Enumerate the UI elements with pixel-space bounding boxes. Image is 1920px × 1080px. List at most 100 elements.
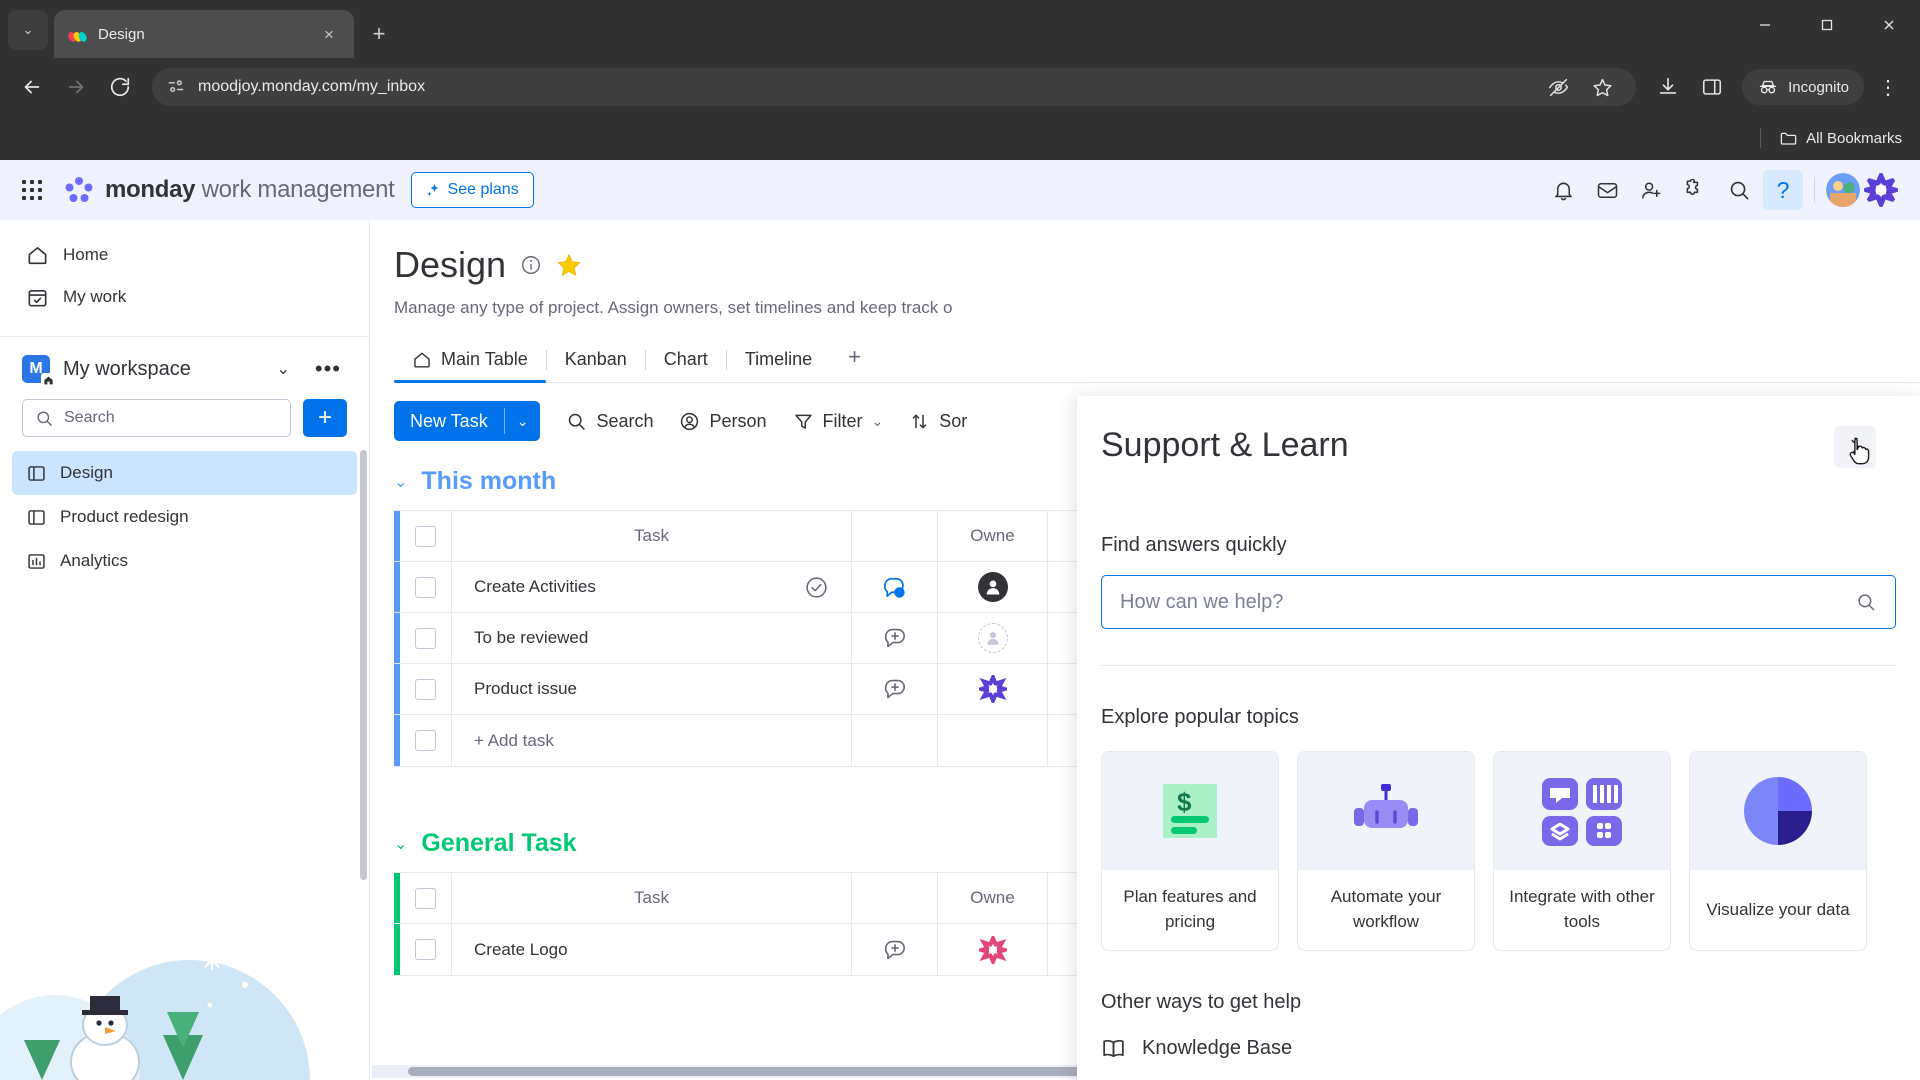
close-icon[interactable]: × [318, 23, 340, 45]
invite-icon[interactable] [1631, 170, 1671, 210]
owner-cell[interactable] [938, 924, 1048, 975]
sidebar-item-my-work[interactable]: My work [12, 276, 357, 318]
help-search-input[interactable] [1120, 590, 1843, 614]
workspace-selector[interactable]: M My workspace ⌄ ••• [0, 345, 369, 391]
profile-avatar[interactable] [1864, 173, 1898, 207]
chat-cell[interactable] [852, 613, 938, 663]
row-checkbox-cell[interactable] [400, 562, 452, 612]
chat-cell[interactable]: 1 [852, 562, 938, 612]
close-window-button[interactable] [1858, 0, 1920, 50]
table-row[interactable]: To be reviewed [394, 613, 1163, 664]
checkbox[interactable] [415, 627, 436, 649]
sidebar-item-design[interactable]: Design [12, 451, 357, 495]
row-checkbox-cell[interactable] [400, 613, 452, 663]
sidebar-item-home[interactable]: Home [12, 234, 357, 276]
tab-main-table[interactable]: Main Table [394, 349, 546, 383]
checkbox[interactable] [415, 525, 436, 547]
task-cell[interactable]: Create Activities [452, 562, 852, 612]
minimize-button[interactable] [1734, 0, 1796, 50]
tab-chart[interactable]: Chart [646, 349, 726, 382]
sidebar-scrollbar[interactable] [360, 450, 367, 880]
chevron-down-icon[interactable]: ⌄ [505, 413, 541, 430]
info-icon[interactable] [520, 254, 542, 276]
table-row[interactable]: Product issue [394, 664, 1163, 715]
topic-card-automation[interactable]: Automate your workflow [1297, 751, 1475, 951]
close-panel-button[interactable] [1834, 426, 1876, 468]
row-checkbox-cell[interactable] [400, 664, 452, 714]
workspace-menu-icon[interactable]: ••• [309, 356, 347, 382]
download-icon[interactable] [1648, 67, 1688, 107]
inbox-icon[interactable] [1587, 170, 1627, 210]
monday-logo[interactable]: monday work management [64, 175, 395, 205]
topic-card-pricing[interactable]: $ Plan features and pricing [1101, 751, 1279, 951]
address-bar[interactable]: moodjoy.monday.com/my_inbox [152, 67, 1637, 107]
topic-card-integrations[interactable]: Integrate with other tools [1493, 751, 1671, 951]
scrollbar-thumb[interactable] [408, 1067, 1148, 1076]
sidebar-item-analytics[interactable]: Analytics [12, 539, 357, 583]
chevron-down-icon[interactable]: ⌄ [394, 472, 407, 492]
bell-icon[interactable] [1543, 170, 1583, 210]
check-circle-icon[interactable] [804, 575, 829, 600]
search-icon[interactable] [1719, 170, 1759, 210]
select-all-cell[interactable] [400, 873, 452, 923]
row-checkbox-cell[interactable] [400, 924, 452, 975]
table-row[interactable]: Create Logo [394, 924, 1163, 975]
tab-kanban[interactable]: Kanban [547, 349, 645, 382]
toolbar-search-button[interactable]: Search [566, 411, 653, 432]
incognito-indicator[interactable]: Incognito [1742, 69, 1864, 105]
forward-button[interactable] [56, 67, 96, 107]
search-input[interactable]: Search [22, 399, 291, 437]
checkbox[interactable] [415, 939, 436, 960]
new-task-button[interactable]: New Task ⌄ [394, 401, 541, 441]
star-icon[interactable] [1582, 67, 1622, 107]
back-button[interactable] [12, 67, 52, 107]
checkbox[interactable] [415, 576, 436, 598]
task-cell[interactable]: Product issue [452, 664, 852, 714]
row-checkbox-cell[interactable] [400, 715, 452, 766]
checkbox[interactable] [415, 678, 436, 700]
browser-menu-button[interactable]: ⋮ [1868, 67, 1908, 107]
side-panel-icon[interactable] [1692, 67, 1732, 107]
checkbox[interactable] [415, 887, 436, 909]
checkbox[interactable] [415, 730, 436, 751]
star-filled-icon[interactable] [556, 252, 582, 278]
tab-search-button[interactable]: ⌄ [8, 10, 48, 50]
add-board-button[interactable]: + [303, 399, 347, 437]
eye-off-icon[interactable] [1538, 67, 1578, 107]
chat-cell[interactable] [852, 924, 938, 975]
home-badge-icon [41, 373, 56, 388]
chevron-down-icon[interactable]: ⌄ [270, 359, 295, 379]
owner-cell[interactable] [938, 562, 1048, 612]
browser-tab[interactable]: Design × [54, 10, 354, 58]
task-cell[interactable]: Create Logo [452, 924, 852, 975]
maximize-button[interactable] [1796, 0, 1858, 50]
apps-grid-icon[interactable] [22, 180, 42, 200]
add-view-button[interactable]: + [830, 344, 879, 382]
chat-cell[interactable] [852, 664, 938, 714]
toolbar-sort-button[interactable]: Sor [909, 411, 967, 432]
search-icon[interactable] [1855, 591, 1877, 613]
table-row[interactable]: Create Activities 1 [394, 562, 1163, 613]
all-bookmarks-button[interactable]: All Bookmarks [1779, 129, 1902, 148]
owner-cell[interactable] [938, 664, 1048, 714]
owner-cell[interactable] [938, 613, 1048, 663]
new-tab-button[interactable]: + [362, 17, 396, 51]
select-all-cell[interactable] [400, 511, 452, 561]
toolbar-person-button[interactable]: Person [679, 411, 767, 432]
see-plans-button[interactable]: See plans [410, 172, 534, 208]
task-cell[interactable]: To be reviewed [452, 613, 852, 663]
reload-button[interactable] [100, 67, 140, 107]
add-task-row[interactable]: + Add task [394, 715, 1163, 766]
tab-timeline[interactable]: Timeline [727, 349, 830, 382]
add-task-button[interactable]: + Add task [452, 715, 852, 766]
sidebar-item-product-redesign[interactable]: Product redesign [12, 495, 357, 539]
avatar[interactable] [1826, 173, 1860, 207]
toolbar-filter-button[interactable]: Filter ⌄ [793, 411, 884, 432]
apps-icon[interactable] [1675, 170, 1715, 210]
help-icon[interactable]: ? [1763, 170, 1803, 210]
panel-search-box[interactable] [1101, 575, 1896, 629]
topic-card-visualize[interactable]: Visualize your data [1689, 751, 1867, 951]
chevron-down-icon[interactable]: ⌄ [394, 834, 407, 854]
chevron-down-icon[interactable]: ⌄ [872, 413, 884, 430]
knowledge-base-link[interactable]: Knowledge Base [1101, 1036, 1896, 1061]
